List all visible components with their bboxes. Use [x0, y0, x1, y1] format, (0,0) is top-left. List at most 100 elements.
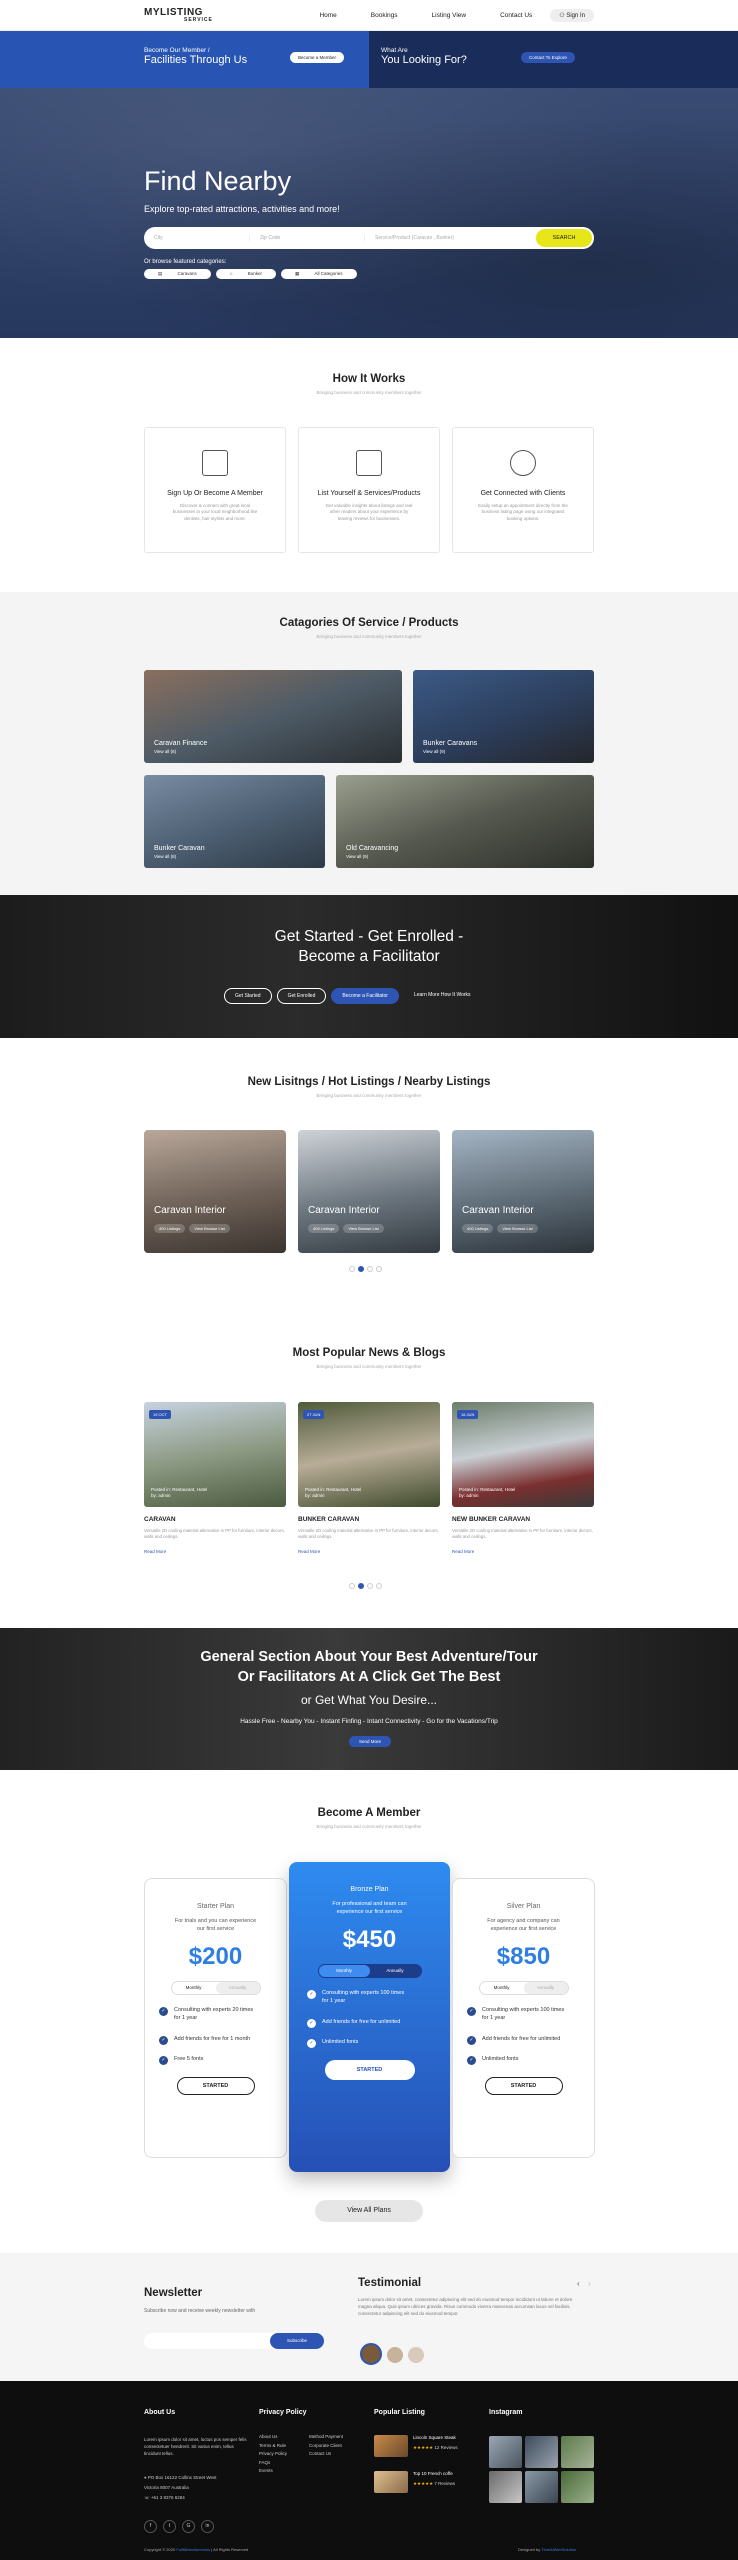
twitter-icon[interactable]: t: [163, 2520, 176, 2533]
prev-arrow-icon[interactable]: ‹: [577, 2279, 580, 2288]
next-arrow-icon[interactable]: ›: [588, 2279, 591, 2288]
feature-list: Consulting with experts 20 times for 1 y…: [159, 2007, 286, 2066]
newsletter-testimonial-section: Newsletter Subscribe now and receive wee…: [0, 2253, 738, 2381]
carousel-dot[interactable]: [358, 1266, 364, 1272]
blog-card: 16 JUN Posted in: Restaurant, Hotel by: a…: [452, 1402, 594, 1554]
list-icon: [356, 450, 382, 476]
category-chip-all[interactable]: ▦ All Categories: [281, 269, 357, 279]
city-input[interactable]: City: [144, 235, 249, 241]
menu-item-listing-view[interactable]: Listing View: [432, 12, 467, 19]
get-enrolled-button[interactable]: Get Enrolled: [276, 988, 327, 1004]
read-more-link[interactable]: Read More: [144, 1549, 286, 1554]
send-more-button[interactable]: Send More: [349, 1736, 392, 1747]
footer-links: About Us Terms & Rule Privacy Policy FAQs Ev…: [259, 2434, 288, 2474]
started-button[interactable]: STARTED: [324, 2060, 415, 2081]
google-plus-icon[interactable]: G: [182, 2520, 195, 2533]
instagram-photo[interactable]: [489, 2471, 522, 2503]
learn-more-link[interactable]: Learn More How It Works: [404, 988, 481, 1004]
plan-price: $450: [342, 1926, 397, 1954]
service-input[interactable]: Service/Product (Caravan , Bunker): [364, 235, 524, 241]
designed-by: Designed by TimeAiWebSolution: [518, 2547, 577, 2552]
carousel-dot[interactable]: [376, 1583, 382, 1589]
category-tile[interactable]: Bunker Caravans View all (9): [413, 670, 594, 763]
star-rating-icon: ★★★★★: [413, 2445, 435, 2450]
blog-image[interactable]: 19 OCT Posted in: Restaurant, Hotel by: a…: [144, 1402, 286, 1507]
blogs-header: Most Popular News & Blogs Bringing busin…: [292, 1347, 446, 1369]
instagram-photo[interactable]: [561, 2471, 594, 2503]
category-chip-caravans[interactable]: ▤ Caravans: [144, 269, 211, 279]
enroll-buttons: Get Started Get Enrolled Become a Facili…: [224, 988, 481, 1004]
instagram-photo[interactable]: [525, 2471, 558, 2503]
carousel-dot[interactable]: [367, 1266, 373, 1272]
billing-toggle[interactable]: Monthly Annually: [478, 1981, 569, 1996]
home-icon: ⌂: [222, 269, 241, 278]
listings-header: New Lisitngs / Hot Listings / Nearby Lis…: [247, 1076, 491, 1098]
blog-image[interactable]: 27 JUN Posted in: Restaurant, Hotel by: a…: [298, 1402, 440, 1507]
grid-icon: ▦: [288, 269, 308, 278]
testimonial-title: Testimonial: [358, 2277, 422, 2289]
connect-icon: [510, 450, 536, 476]
top-navbar: MYLISTING SERVICE Home Bookings Listing V…: [0, 0, 738, 31]
started-button[interactable]: STARTED: [484, 2077, 563, 2096]
subscribe-button[interactable]: Subscribe: [270, 2333, 324, 2349]
menu-item-home[interactable]: Home: [319, 12, 336, 19]
category-chip-bunker[interactable]: ⌂ Bunker: [215, 269, 277, 279]
signin-button[interactable]: ⚇ Sign In: [550, 9, 594, 22]
step-card: List Yourself & Services/Products Get va…: [298, 427, 440, 553]
listing-card[interactable]: Caravan Interior 400 Listings View Browse…: [144, 1130, 286, 1253]
zip-input[interactable]: Zip Code: [249, 235, 364, 241]
facebook-icon[interactable]: f: [144, 2520, 157, 2533]
popular-listing-thumb[interactable]: [374, 2435, 408, 2457]
explore-cta: What Are You Looking For? Contact To Exp…: [369, 31, 738, 88]
member-header: Become A Member Bringing business and co…: [316, 1807, 422, 1829]
hero-section: Find Nearby Explore top-rated attraction…: [0, 88, 738, 338]
featured-categories: Or browse featured categories: ▤ Caravan…: [144, 259, 357, 279]
how-it-works-header: How It Works Bringing business and commu…: [0, 373, 738, 395]
carousel-dot[interactable]: [376, 1266, 382, 1272]
testimonial-text: Lorem ipsum dolor sit amet, consectetur …: [358, 2297, 573, 2316]
copyright: Copyright © 2020 Fullfillmentservices | …: [144, 2547, 249, 2552]
star-rating-icon: ★★★★★: [413, 2481, 435, 2486]
caravan-icon: ▤: [151, 269, 171, 278]
menu-item-contact[interactable]: Contact Us: [500, 12, 532, 19]
menu-item-bookings[interactable]: Bookings: [371, 12, 398, 19]
blog-card: 19 OCT Posted in: Restaurant, Hotel by: a…: [144, 1402, 286, 1554]
newsletter-title: Newsletter: [144, 2287, 203, 2299]
contact-explore-button[interactable]: Contact To Explore: [521, 52, 575, 63]
read-more-link[interactable]: Read More: [452, 1549, 594, 1554]
become-facilitator-button[interactable]: Become a Facilitator: [331, 988, 399, 1004]
started-button[interactable]: STARTED: [176, 2077, 255, 2096]
search-button[interactable]: SEARCH: [536, 229, 592, 247]
carousel-dot[interactable]: [367, 1583, 373, 1589]
carousel-dot[interactable]: [358, 1583, 364, 1589]
instagram-photo[interactable]: [489, 2436, 522, 2468]
adventure-banner: General Section About Your Best Adventur…: [0, 1628, 738, 1770]
site-logo[interactable]: MYLISTING SERVICE: [144, 8, 213, 23]
category-tile[interactable]: Old Caravancing View all (9): [336, 775, 594, 868]
read-more-link[interactable]: Read More: [298, 1549, 440, 1554]
listing-card[interactable]: Caravan Interior 400 Listings View Browse…: [452, 1130, 594, 1253]
view-all-plans-button[interactable]: View All Plans: [315, 2200, 423, 2222]
get-started-button[interactable]: Get Started: [224, 988, 272, 1004]
blog-image[interactable]: 16 JUN Posted in: Restaurant, Hotel by: a…: [452, 1402, 594, 1507]
listing-card[interactable]: Caravan Interior 400 Listings View Browse…: [298, 1130, 440, 1253]
category-tile[interactable]: Caravan Finance View all (6): [144, 670, 402, 763]
feature-list: Consulting with experts 100 times for 1 …: [307, 1990, 450, 2049]
category-tile[interactable]: Bunker Caravan View all (8): [144, 775, 325, 868]
feature-list: Consulting with experts 100 times for 1 …: [467, 2007, 594, 2066]
carousel-dot[interactable]: [349, 1266, 355, 1272]
avatar[interactable]: [360, 2343, 382, 2365]
carousel-dots: [349, 1266, 382, 1272]
search-bar: City Zip Code Service/Product (Caravan ,…: [144, 227, 594, 249]
carousel-dot[interactable]: [349, 1583, 355, 1589]
linkedin-icon[interactable]: in: [201, 2520, 214, 2533]
instagram-photo[interactable]: [525, 2436, 558, 2468]
instagram-photo[interactable]: [561, 2436, 594, 2468]
become-member-button[interactable]: Become a Member: [290, 52, 345, 63]
avatar[interactable]: [387, 2347, 403, 2363]
section-title: How It Works: [332, 373, 406, 385]
billing-toggle[interactable]: Monthly Annually: [317, 1964, 422, 1979]
billing-toggle[interactable]: Monthly Annually: [170, 1981, 261, 1996]
avatar[interactable]: [408, 2347, 424, 2363]
popular-listing-thumb[interactable]: [374, 2471, 408, 2493]
